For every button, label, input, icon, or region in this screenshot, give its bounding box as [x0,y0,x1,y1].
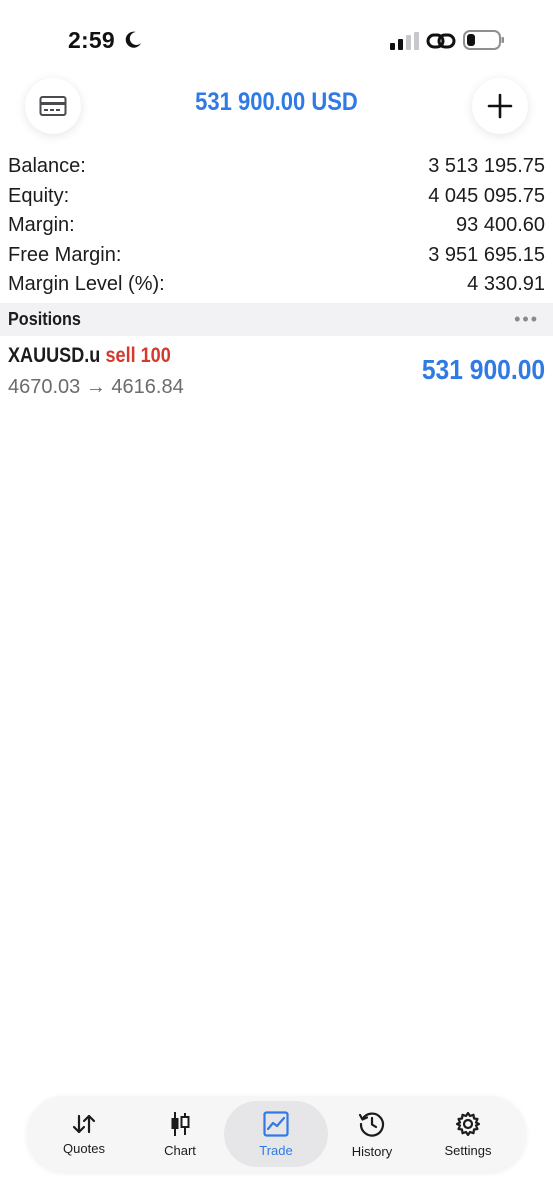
battery-icon [463,30,504,50]
more-dots-icon[interactable]: ••• [514,309,539,330]
summary-row-free-margin: Free Margin: 3 951 695.15 [0,241,553,271]
summary-value: 4 330.91 [467,273,545,296]
tab-chart[interactable]: Chart [132,1096,228,1172]
summary-label: Margin: [8,214,75,237]
tab-quotes[interactable]: Quotes [36,1096,132,1172]
tab-trade[interactable]: Trade [224,1101,328,1167]
summary-value: 3 951 695.15 [428,243,545,266]
summary-row-margin: Margin: 93 400.60 [0,211,553,241]
tab-label: Quotes [63,1140,105,1156]
summary-value: 93 400.60 [456,214,545,237]
summary-label: Equity: [8,184,70,207]
tab-label: Chart [164,1142,196,1158]
cellular-signal-icon [390,32,419,50]
header-title: 531 900.00 USD [195,88,358,116]
position-profit: 531 900.00 [421,354,545,385]
link-icon [426,33,456,49]
trade-chart-icon [263,1110,289,1137]
status-time: 2:59 [68,27,115,53]
quotes-arrows-icon [72,1114,96,1133]
summary-row-balance: Balance: 3 513 195.75 [0,152,553,182]
summary-label: Balance: [8,155,86,178]
position-row[interactable]: XAUUSD.u sell 100 4670.03 → 4616.84 531 9… [0,340,553,404]
summary-label: Margin Level (%): [8,273,165,296]
tab-history[interactable]: History [324,1096,420,1172]
tab-label: History [351,1143,393,1159]
history-clock-icon [358,1112,385,1137]
positions-section-header: Positions ••• [0,303,553,336]
gear-icon [455,1111,481,1136]
status-bar: 2:59 [0,0,553,80]
summary-value: 4 045 095.75 [428,184,545,207]
account-summary: Balance: 3 513 195.75 Equity: 4 045 095.… [0,152,553,300]
position-side: sell 100 [105,344,171,367]
summary-label: Free Margin: [8,243,122,266]
bottom-tab-bar: Quotes Chart Trade History Settings [27,1096,526,1172]
position-prices: 4670.03 → 4616.84 [8,376,184,398]
tab-settings[interactable]: Settings [420,1096,516,1172]
tab-label: Settings [444,1142,492,1158]
new-order-button[interactable] [472,78,528,134]
summary-value: 3 513 195.75 [428,155,545,178]
plus-icon [487,93,513,119]
summary-row-margin-level: Margin Level (%): 4 330.91 [0,270,553,300]
position-symbol: XAUUSD.u [8,344,101,367]
position-title: XAUUSD.u sell 100 [8,344,171,368]
summary-row-equity: Equity: 4 045 095.75 [0,182,553,212]
tab-label: Trade [259,1142,293,1158]
section-title: Positions [8,309,81,329]
moon-icon [125,31,141,48]
candlestick-icon [171,1111,190,1136]
